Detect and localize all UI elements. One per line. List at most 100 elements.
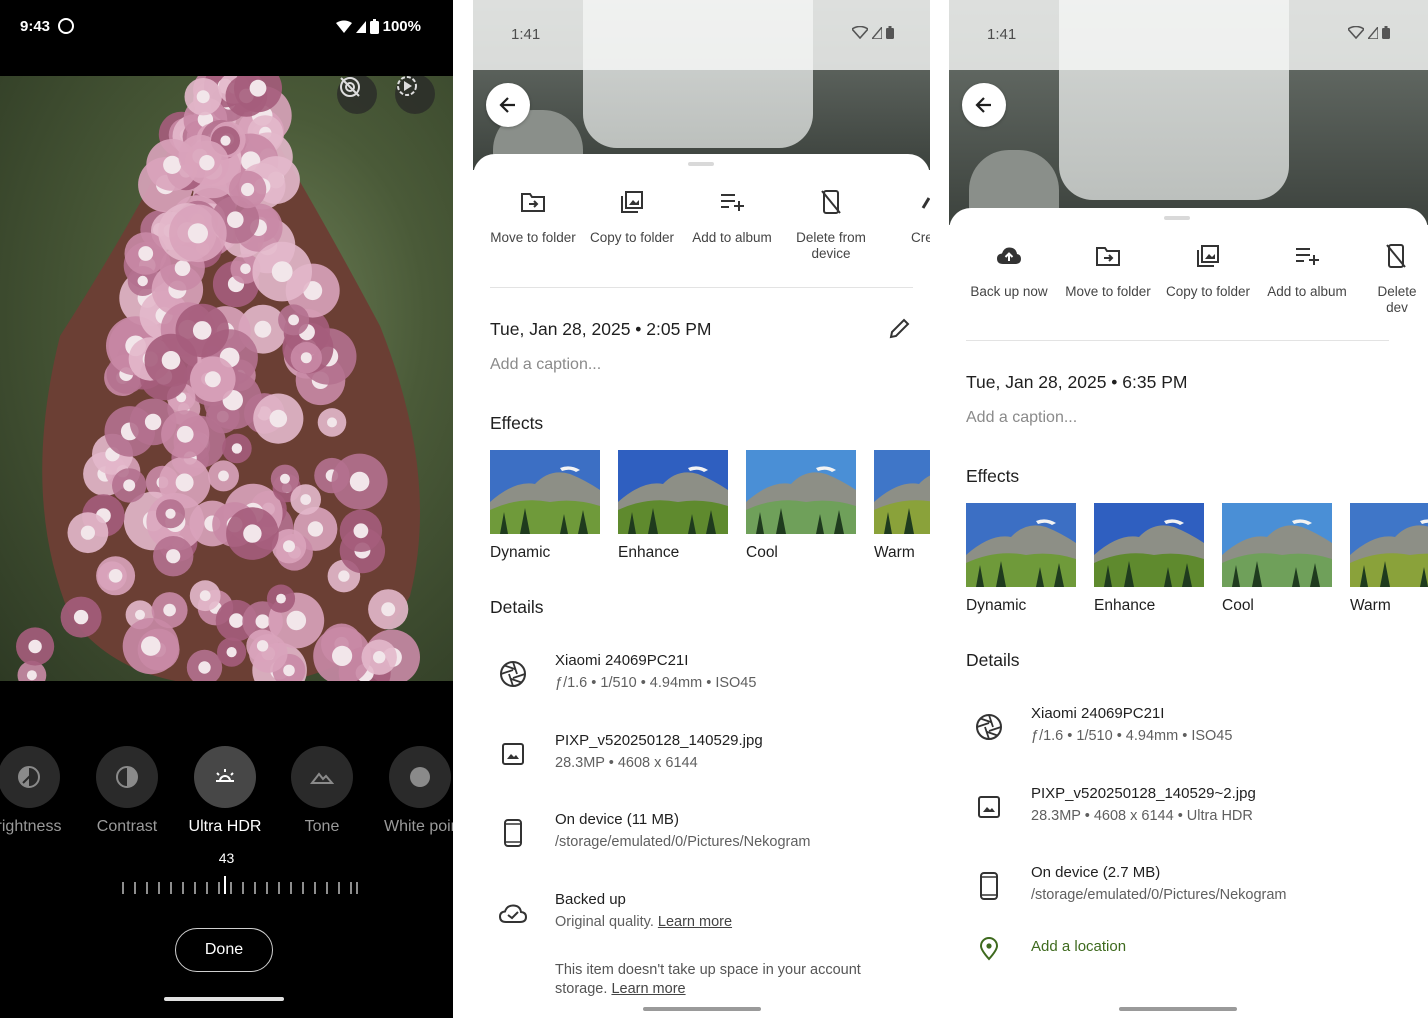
- status-bar: 9:43 100%: [0, 0, 453, 58]
- action-delete-from-device[interactable]: Delete dev: [1357, 240, 1428, 316]
- action-label: Back up now: [970, 284, 1048, 299]
- effect-enhance[interactable]: Enhance: [1094, 503, 1204, 615]
- effect-cool[interactable]: Cool: [1222, 503, 1332, 615]
- action-add-to-album[interactable]: Add to album: [682, 186, 782, 246]
- slider-value: 43: [218, 850, 235, 866]
- effect-label: Warm: [874, 544, 915, 561]
- effect-warm[interactable]: Warm: [1350, 503, 1428, 615]
- image-icon: [978, 796, 1000, 818]
- cloud-done-icon: [499, 904, 527, 923]
- action-move-to-folder[interactable]: Move to folder: [1058, 240, 1158, 300]
- caption-input[interactable]: Add a caption...: [490, 356, 601, 374]
- details-title: Details: [490, 597, 544, 617]
- tool-ultra-hdr[interactable]: Ultra HDR: [170, 746, 280, 836]
- gesture-bar: [643, 1007, 761, 1011]
- back-button[interactable]: [962, 83, 1006, 127]
- action-add-to-album[interactable]: Add to album: [1257, 240, 1357, 300]
- wifi-icon: [1346, 25, 1366, 40]
- effect-dynamic[interactable]: Dynamic: [490, 450, 600, 562]
- photo-editor-panel: 9:43 100% rightness Contrast Ultra HDR T…: [0, 0, 453, 1018]
- action-label: Cre: [911, 230, 930, 245]
- effect-label: Dynamic: [966, 597, 1027, 614]
- photo-info-panel-b: 1:41 Back up now Move to folder Copy to …: [949, 0, 1428, 1018]
- done-button[interactable]: Done: [175, 928, 273, 972]
- image-icon: [502, 743, 524, 765]
- effect-thumbnail: [966, 503, 1076, 587]
- gesture-bar: [1119, 1007, 1237, 1011]
- file-name: PIXP_v520250128_140529.jpg: [555, 732, 763, 749]
- backup-quality: Original quality.: [555, 914, 654, 930]
- battery-percent: 100%: [382, 18, 421, 35]
- action-back-up-now[interactable]: Back up now: [959, 240, 1059, 300]
- phone-icon: [980, 872, 998, 900]
- tool-contrast[interactable]: Contrast: [72, 746, 182, 836]
- note-line-2: storage. Learn more: [555, 981, 686, 997]
- effect-cool[interactable]: Cool: [746, 450, 856, 562]
- battery-icon: [369, 19, 379, 34]
- adjust-slider[interactable]: [120, 876, 360, 898]
- detail-backup: Backed up Original quality. Learn more: [490, 891, 910, 939]
- copy-to-folder-icon: [621, 191, 643, 213]
- move-to-folder-icon: [1096, 247, 1120, 266]
- action-move-to-folder[interactable]: Move to folder: [483, 186, 583, 246]
- action-create[interactable]: Cre: [877, 186, 930, 246]
- storage-note: This item doesn't take up space in your …: [490, 962, 910, 1004]
- action-delete-from-device[interactable]: Delete from device: [781, 186, 881, 262]
- detail-storage: On device (2.7 MB) /storage/emulated/0/P…: [966, 864, 1406, 912]
- status-time: 9:43: [20, 18, 51, 35]
- brightness-icon: [18, 766, 40, 788]
- phone-icon: [504, 819, 522, 847]
- effects-title: Effects: [966, 466, 1020, 486]
- gesture-bar: [164, 997, 284, 1001]
- action-label: Delete from device: [796, 230, 866, 261]
- detail-storage: On device (11 MB) /storage/emulated/0/Pi…: [490, 811, 910, 859]
- battery-icon: [1382, 26, 1390, 39]
- action-copy-to-folder[interactable]: Copy to folder: [1158, 240, 1258, 300]
- effects-title: Effects: [490, 413, 544, 433]
- storage-title: On device (2.7 MB): [1031, 864, 1161, 881]
- action-label: Add to album: [1267, 284, 1347, 299]
- status-icons: 100%: [335, 18, 421, 35]
- add-to-album-icon: [721, 194, 744, 211]
- divider: [966, 340, 1389, 341]
- arrow-back-icon: [499, 97, 515, 113]
- caption-input[interactable]: Add a caption...: [966, 409, 1077, 427]
- learn-more-link[interactable]: Learn more: [611, 981, 685, 997]
- effect-thumbnail: [490, 450, 600, 534]
- effect-dynamic[interactable]: Dynamic: [966, 503, 1076, 615]
- pencil-icon: [889, 318, 910, 339]
- learn-more-link[interactable]: Learn more: [658, 914, 732, 930]
- flower-image: [15, 76, 420, 681]
- wifi-icon: [850, 25, 870, 40]
- backup-icon: [997, 247, 1021, 264]
- file-name: PIXP_v520250128_140529~2.jpg: [1031, 785, 1256, 802]
- compare-icon: [397, 76, 417, 96]
- sheet-handle[interactable]: [688, 162, 714, 166]
- camera-model: Xiaomi 24069PC21I: [1031, 705, 1165, 722]
- info-sheet: Move to folder Copy to folder Add to alb…: [473, 154, 930, 1018]
- action-copy-to-folder[interactable]: Copy to folder: [582, 186, 682, 246]
- add-location-button[interactable]: Add a location: [966, 934, 1406, 964]
- edit-date-button[interactable]: [887, 317, 913, 343]
- detail-file: PIXP_v520250128_140529.jpg 28.3MP • 4608…: [490, 732, 910, 780]
- detail-file: PIXP_v520250128_140529~2.jpg 28.3MP • 46…: [966, 785, 1406, 833]
- signal-icon: [1366, 25, 1379, 40]
- effect-label: Enhance: [618, 544, 680, 561]
- action-label: Move to folder: [1065, 284, 1151, 299]
- tool-tone[interactable]: Tone: [267, 746, 377, 836]
- effect-warm[interactable]: Warm: [874, 450, 930, 562]
- effect-enhance[interactable]: Enhance: [618, 450, 728, 562]
- file-specs: 28.3MP • 4608 x 6144 • Ultra HDR: [1031, 808, 1253, 824]
- location-pin-icon: [979, 937, 999, 961]
- effect-label: Cool: [1222, 597, 1254, 614]
- sheet-handle[interactable]: [1164, 216, 1190, 220]
- back-button[interactable]: [486, 83, 530, 127]
- note-storage: storage.: [555, 981, 608, 997]
- effect-thumbnail: [746, 450, 856, 534]
- effect-thumbnail: [1350, 503, 1428, 587]
- whatsapp-icon: [58, 18, 74, 34]
- contrast-icon: [116, 766, 138, 788]
- action-label: Copy to folder: [1165, 284, 1251, 299]
- tool-white-point[interactable]: White poir: [365, 746, 453, 836]
- effect-label: Enhance: [1094, 597, 1156, 614]
